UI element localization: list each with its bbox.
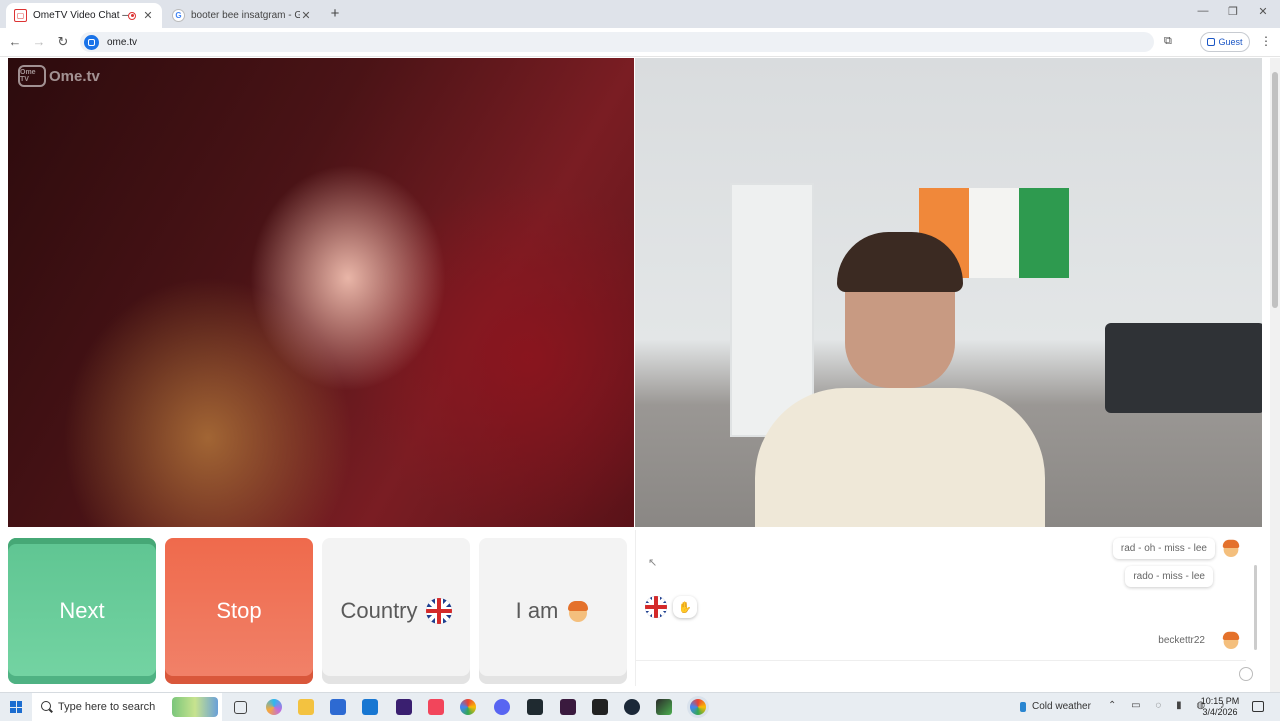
close-tab-icon[interactable]: ✕ [142, 9, 154, 22]
guest-label: Guest [1218, 37, 1243, 47]
address-bar[interactable]: ome.tv [80, 32, 1154, 52]
chat-message: beckettr22 [1150, 630, 1213, 651]
launcher-icon[interactable] [560, 699, 576, 715]
tab-google-search[interactable]: G booter bee insatgram - Google ✕ [164, 3, 320, 28]
bed [1105, 323, 1262, 413]
menu-kebab-icon[interactable]: ⋮ [1260, 34, 1272, 48]
url-text: ome.tv [107, 36, 138, 48]
forward-icon[interactable]: → [31, 34, 47, 49]
mouse-cursor-icon: ↖ [648, 557, 658, 569]
next-label: Next [59, 598, 105, 623]
notification-icon[interactable] [1252, 701, 1264, 712]
chat-scrollbar[interactable] [1254, 565, 1257, 650]
clock-time: 10:15 PM [1200, 696, 1240, 706]
boy-emoji-icon [566, 599, 590, 623]
close-window-icon[interactable]: ✕ [1256, 5, 1270, 18]
user-person [755, 232, 1045, 527]
file-explorer-icon[interactable] [298, 699, 314, 715]
iam-label: I am [515, 598, 559, 623]
task-view-icon[interactable] [234, 701, 247, 714]
site-info-icon[interactable] [84, 34, 99, 50]
app-icon[interactable] [527, 699, 543, 715]
chat-input[interactable] [636, 660, 1246, 661]
reload-icon[interactable]: ↻ [55, 34, 71, 50]
copilot-icon[interactable] [266, 699, 282, 715]
scroll-thumb[interactable] [1272, 72, 1278, 308]
partner-info: ✋ [645, 596, 697, 618]
clock-date: 3/4/2026 [1202, 707, 1238, 717]
guest-profile-button[interactable]: Guest [1200, 32, 1250, 52]
chat-message: rad - oh - miss - lee [1112, 538, 1215, 559]
browser-toolbar: ← → ↻ ome.tv ⧉ Guest ⋮ [0, 28, 1280, 57]
store-icon[interactable] [330, 699, 346, 715]
logo-text: Ome.tv [49, 67, 100, 85]
close-tab-icon[interactable]: ✕ [300, 9, 312, 22]
taskbar: Type here to search Cold weather ⌃ ▭ ◌ ▮… [0, 692, 1280, 721]
gender-button[interactable]: I am [479, 538, 627, 684]
epic-games-icon[interactable] [592, 699, 608, 715]
logo-badge: Ome TV [18, 65, 46, 87]
next-button[interactable]: Next [8, 538, 156, 684]
profile-icon [1207, 38, 1216, 46]
chrome-active-icon[interactable] [690, 699, 706, 715]
weather-icon [1020, 701, 1026, 712]
restore-icon[interactable]: ❐ [1226, 5, 1240, 18]
stranger-video: Ome TV Ome.tv [8, 58, 634, 527]
emoji-icon[interactable] [1239, 667, 1253, 681]
tab-strip: ▢ OmeTV Video Chat — Ome ✕ G booter bee … [0, 0, 1280, 28]
tab-title: OmeTV Video Chat — Ome [33, 10, 128, 21]
partner-uk-flag-icon [645, 596, 667, 618]
page-scrollbar[interactable] [1270, 58, 1280, 692]
tab-ometv[interactable]: ▢ OmeTV Video Chat — Ome ✕ [6, 3, 162, 28]
discord-icon[interactable] [494, 699, 510, 715]
next-app-icon[interactable] [396, 699, 412, 715]
new-tab-button[interactable]: + [328, 5, 342, 22]
outlook-icon[interactable] [362, 699, 378, 715]
country-label: Country [340, 598, 418, 623]
weather-widget[interactable]: Cold weather [1020, 701, 1091, 712]
boy-avatar-icon [1221, 538, 1241, 558]
waving-hand-icon[interactable]: ✋ [673, 596, 697, 618]
weather-text: Cold weather [1032, 701, 1091, 712]
country-button[interactable]: Country [322, 538, 470, 684]
uk-flag-icon [425, 598, 452, 624]
ometv-favicon-icon: ▢ [14, 9, 27, 22]
chrome-icon[interactable] [460, 699, 476, 715]
windows-start-icon[interactable] [10, 701, 22, 713]
clock[interactable]: 10:15 PM 3/4/2026 [1200, 696, 1240, 718]
recording-indicator-icon [128, 11, 136, 20]
search-highlight-image [172, 697, 218, 717]
game-icon[interactable] [656, 699, 672, 715]
search-placeholder: Type here to search [58, 701, 156, 713]
tab-title: booter bee insatgram - Google [191, 10, 300, 21]
ometv-logo: Ome TV Ome.tv [18, 65, 100, 87]
stop-button[interactable]: Stop [165, 538, 313, 684]
music-icon[interactable] [428, 699, 444, 715]
self-video [635, 58, 1262, 527]
boy-avatar-icon [1221, 630, 1241, 650]
taskbar-search[interactable]: Type here to search [32, 693, 222, 721]
back-icon[interactable]: ← [7, 34, 23, 49]
minimize-icon[interactable]: — [1196, 5, 1210, 17]
google-favicon-icon: G [172, 9, 185, 22]
stop-label: Stop [216, 598, 262, 623]
steam-icon[interactable] [624, 699, 640, 715]
chat-panel: ↖ ✋ rad - oh - miss - lee rado - miss - … [635, 530, 1263, 686]
cast-icon[interactable]: ⧉ [1164, 35, 1172, 48]
search-icon [41, 701, 51, 711]
chat-message: rado - miss - lee [1125, 566, 1213, 587]
